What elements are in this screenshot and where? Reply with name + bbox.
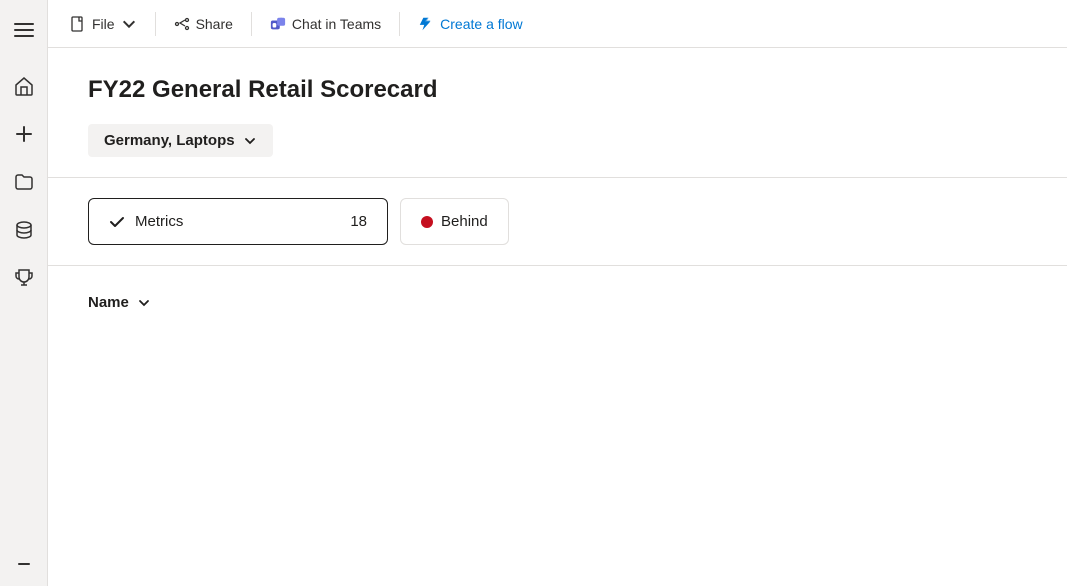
teams-icon (270, 16, 286, 32)
metrics-label: Metrics (135, 213, 183, 230)
name-chevron-icon (137, 296, 151, 310)
home-icon (14, 76, 34, 96)
toolbar-divider-1 (155, 12, 156, 36)
behind-card[interactable]: Behind (400, 198, 509, 245)
section-divider-1 (48, 177, 1067, 178)
metrics-card[interactable]: Metrics 18 (88, 198, 388, 245)
chat-in-teams-button[interactable]: Chat in Teams (260, 10, 391, 38)
create-flow-icon (418, 16, 434, 32)
toolbar-divider-3 (399, 12, 400, 36)
create-a-flow-button[interactable]: Create a flow (408, 10, 532, 38)
page-title: FY22 General Retail Scorecard (88, 76, 1027, 104)
create-a-flow-label: Create a flow (440, 16, 522, 32)
file-icon (70, 16, 86, 32)
database-icon (14, 220, 34, 240)
sidebar-item-home[interactable] (4, 66, 44, 106)
content-area: FY22 General Retail Scorecard Germany, L… (48, 48, 1067, 586)
file-label: File (92, 16, 115, 32)
hamburger-icon (14, 20, 34, 40)
name-label: Name (88, 294, 129, 311)
name-column-header[interactable]: Name (88, 286, 1027, 319)
cards-row: Metrics 18 Behind (88, 198, 1027, 245)
check-icon (109, 214, 125, 230)
share-icon (174, 16, 190, 32)
chat-in-teams-label: Chat in Teams (292, 16, 381, 32)
sidebar-item-menu[interactable] (4, 10, 44, 50)
sidebar (0, 0, 48, 586)
trophy-icon (14, 268, 34, 288)
sidebar-item-more[interactable] (4, 536, 44, 576)
share-label: Share (196, 16, 233, 32)
share-button[interactable]: Share (164, 10, 243, 38)
folder-icon (14, 172, 34, 192)
toolbar-divider-2 (251, 12, 252, 36)
behind-dot (421, 216, 433, 228)
file-button[interactable]: File (60, 10, 147, 38)
file-chevron-icon (121, 16, 137, 32)
plus-icon (14, 124, 34, 144)
behind-label: Behind (441, 213, 488, 230)
sidebar-item-browse[interactable] (4, 162, 44, 202)
main-area: File Share (48, 0, 1067, 586)
filter-chevron-icon (243, 134, 257, 148)
sidebar-item-create[interactable] (4, 114, 44, 154)
filter-dropdown[interactable]: Germany, Laptops (88, 124, 273, 157)
sidebar-item-data[interactable] (4, 210, 44, 250)
metrics-card-left: Metrics (109, 213, 183, 230)
toolbar: File Share (48, 0, 1067, 48)
more-icon (14, 546, 34, 566)
section-divider-2 (48, 265, 1067, 266)
metrics-count: 18 (350, 213, 367, 230)
filter-label: Germany, Laptops (104, 132, 235, 149)
sidebar-item-goals[interactable] (4, 258, 44, 298)
